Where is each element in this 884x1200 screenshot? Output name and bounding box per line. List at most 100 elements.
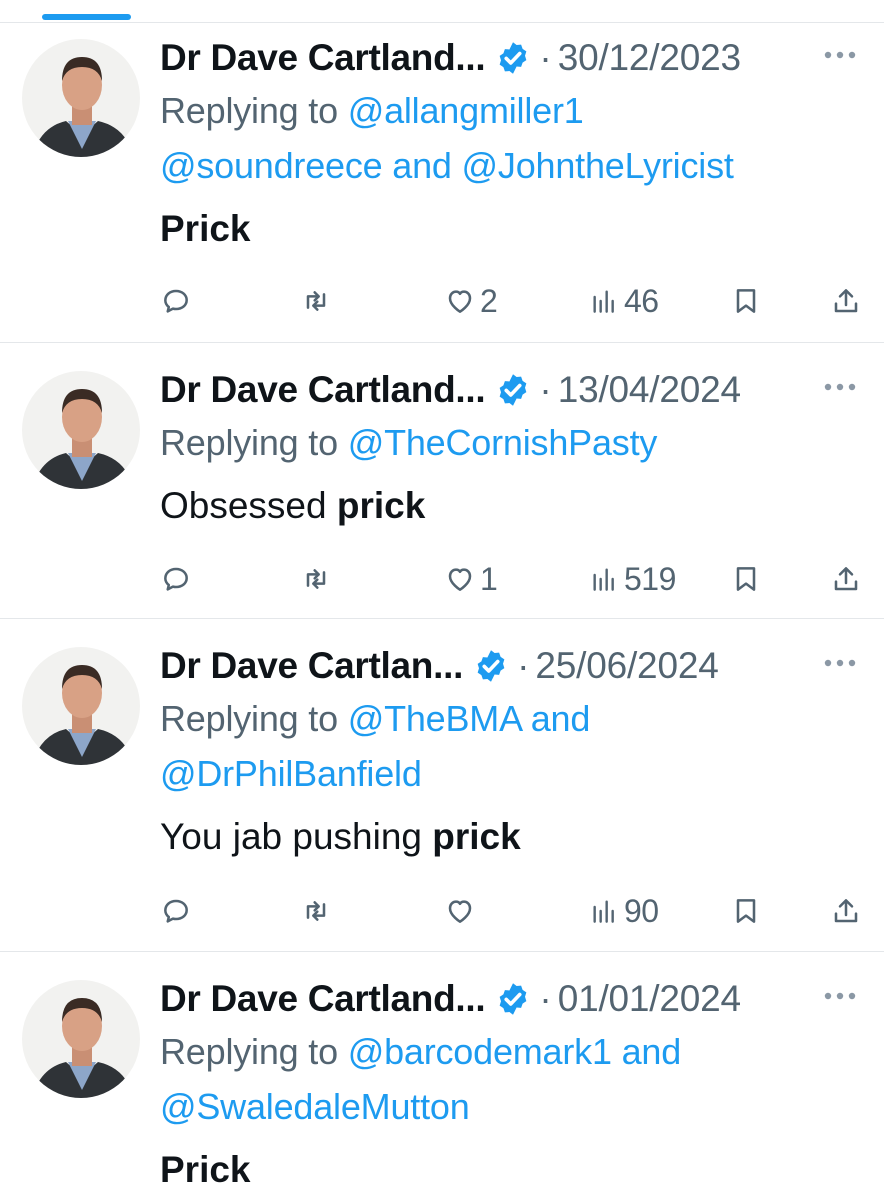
tweet-actions: 2 46 xyxy=(160,281,864,321)
tweet-text: Obsessed prick xyxy=(160,478,864,533)
share-button[interactable] xyxy=(830,891,862,931)
reply-icon xyxy=(164,567,188,591)
avatar[interactable] xyxy=(22,39,140,157)
view-count: 46 xyxy=(624,282,659,319)
reply-mention-link[interactable]: @allangmiller1 xyxy=(348,90,584,131)
tweet-card[interactable]: Dr Dave Cartland... · 13/04/2024 Replyin… xyxy=(0,343,884,619)
views-button[interactable]: 46 xyxy=(588,281,659,321)
like-button[interactable]: 1 xyxy=(444,559,498,599)
tweet-date[interactable]: 30/12/2023 xyxy=(558,33,741,83)
replying-to-continued: @SwaledaleMutton xyxy=(160,1079,864,1134)
tweet-text: Prick xyxy=(160,201,864,256)
views-icon xyxy=(593,568,614,591)
avatar[interactable] xyxy=(22,647,140,765)
like-count: 1 xyxy=(480,560,498,597)
verified-badge-icon xyxy=(500,374,527,406)
views-button[interactable]: 90 xyxy=(588,891,659,931)
replying-to-continued: @soundreece and @JohntheLyricist xyxy=(160,138,864,193)
like-button[interactable]: 2 xyxy=(444,281,498,321)
view-count: 90 xyxy=(624,892,659,929)
active-tab-indicator xyxy=(42,14,131,20)
replying-to-label: Replying to xyxy=(160,698,338,739)
tweet-card[interactable]: Dr Dave Cartland... · 30/12/2023 Replyin… xyxy=(0,23,884,343)
share-icon xyxy=(834,899,858,923)
reply-button[interactable] xyxy=(160,891,192,931)
replying-to: Replying to @TheBMA and xyxy=(160,691,864,746)
tweet-header: Dr Dave Cartland... · 13/04/2024 xyxy=(160,365,864,415)
reply-mention-link[interactable]: @SwaledaleMutton xyxy=(160,1086,470,1127)
bookmark-icon xyxy=(736,289,756,313)
replying-to: Replying to @barcodemark1 and xyxy=(160,1024,864,1079)
reply-mention-link[interactable]: @TheBMA and xyxy=(348,698,591,739)
separator-dot: · xyxy=(539,978,552,1019)
heart-icon xyxy=(448,290,472,313)
display-name[interactable]: Dr Dave Cartland... xyxy=(160,365,486,415)
tweet-text-bold: Prick xyxy=(160,208,251,249)
replying-to-continued: @DrPhilBanfield xyxy=(160,746,864,801)
tweet-text-bold: prick xyxy=(432,816,521,857)
views-button[interactable]: 519 xyxy=(588,559,676,599)
reply-button[interactable] xyxy=(160,559,192,599)
replying-to: Replying to @TheCornishPasty xyxy=(160,415,864,470)
bookmark-button[interactable] xyxy=(730,891,762,931)
retweet-icon xyxy=(306,901,326,921)
tweet-header: Dr Dave Cartland... · 30/12/2023 xyxy=(160,33,864,83)
avatar[interactable] xyxy=(22,980,140,1098)
like-count: 2 xyxy=(480,282,498,319)
replying-to: Replying to @allangmiller1 xyxy=(160,83,864,138)
avatar[interactable] xyxy=(22,371,140,489)
verified-badge-icon xyxy=(500,42,527,74)
tweet-card[interactable]: Dr Dave Cartlan... · 25/06/2024 Replying… xyxy=(0,619,884,952)
display-name[interactable]: Dr Dave Cartland... xyxy=(160,33,486,83)
heart-icon xyxy=(448,900,472,923)
reply-icon xyxy=(164,289,188,313)
more-horizontal-icon[interactable] xyxy=(820,978,860,1014)
verified-badge-icon xyxy=(500,983,527,1015)
tweet-card[interactable]: Dr Dave Cartland... · 01/01/2024 Replyin… xyxy=(0,952,884,1200)
replying-to-label: Replying to xyxy=(160,422,338,463)
separator-dot: · xyxy=(517,645,530,686)
bookmark-button[interactable] xyxy=(730,281,762,321)
more-horizontal-icon[interactable] xyxy=(820,645,860,681)
bookmark-button[interactable] xyxy=(730,559,762,599)
reply-mention-link[interactable]: @DrPhilBanfield xyxy=(160,753,422,794)
tweet-date[interactable]: 25/06/2024 xyxy=(535,641,718,691)
tweet-text: You jab pushing prick xyxy=(160,809,864,864)
separator-dot: · xyxy=(539,37,552,78)
more-horizontal-icon[interactable] xyxy=(820,369,860,405)
tweet-text-plain: You jab pushing xyxy=(160,816,433,857)
retweet-icon xyxy=(306,291,326,311)
retweet-icon xyxy=(306,569,326,589)
replying-to-label: Replying to xyxy=(160,90,338,131)
display-name[interactable]: Dr Dave Cartland... xyxy=(160,974,486,1024)
views-icon xyxy=(593,900,614,923)
tweet-text: Prick xyxy=(160,1142,864,1197)
tweet-header: Dr Dave Cartlan... · 25/06/2024 xyxy=(160,641,864,691)
separator-dot: · xyxy=(539,369,552,410)
like-button[interactable] xyxy=(444,891,480,931)
tweet-header: Dr Dave Cartland... · 01/01/2024 xyxy=(160,974,864,1024)
view-count: 519 xyxy=(624,560,676,597)
reply-mention-link[interactable]: @soundreece and @JohntheLyricist xyxy=(160,145,734,186)
tweet-text-bold: Prick xyxy=(160,1149,251,1190)
tweet-text-bold: prick xyxy=(336,485,426,526)
share-button[interactable] xyxy=(830,281,862,321)
reply-icon xyxy=(164,899,188,923)
share-button[interactable] xyxy=(830,559,862,599)
reply-mention-link[interactable]: @barcodemark1 and xyxy=(348,1031,682,1072)
retweet-button[interactable] xyxy=(300,281,332,321)
share-icon xyxy=(834,289,858,313)
reply-button[interactable] xyxy=(160,281,192,321)
display-name[interactable]: Dr Dave Cartlan... xyxy=(160,641,463,691)
tweet-date[interactable]: 13/04/2024 xyxy=(558,365,741,415)
retweet-button[interactable] xyxy=(300,559,332,599)
reply-mention-link[interactable]: @TheCornishPasty xyxy=(348,422,658,463)
more-horizontal-icon[interactable] xyxy=(820,37,860,73)
replying-to-label: Replying to xyxy=(160,1031,338,1072)
heart-icon xyxy=(448,568,472,591)
retweet-button[interactable] xyxy=(300,891,332,931)
bookmark-icon xyxy=(736,567,756,591)
tweet-actions: 90 xyxy=(160,891,864,931)
tweet-date[interactable]: 01/01/2024 xyxy=(558,974,741,1024)
views-icon xyxy=(593,290,614,313)
